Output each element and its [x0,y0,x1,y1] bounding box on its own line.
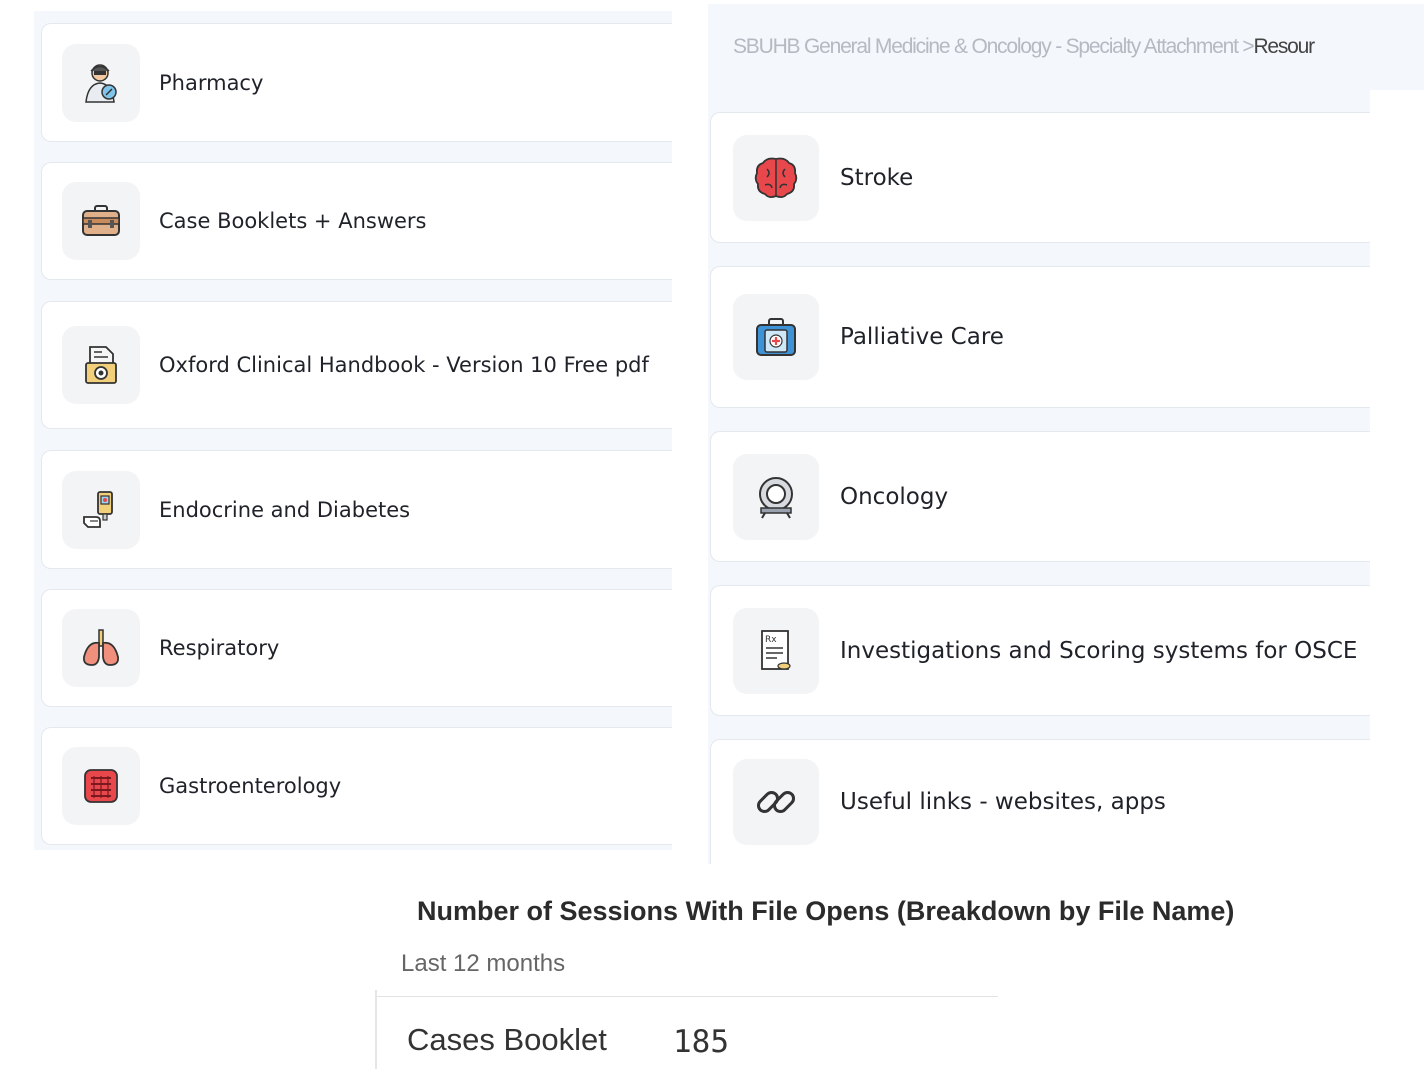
pharmacist-icon [62,43,140,122]
resource-label: Oncology [840,483,949,510]
brain-icon [733,134,819,221]
resource-item-investigations[interactable]: Rx Investigations and Scoring systems fo… [710,585,1370,716]
breadcrumb-current: Resour [1253,35,1315,58]
breadcrumb-path[interactable]: SBUHB General Medicine & Oncology - Spec… [733,35,1255,59]
resource-item-pharmacy[interactable]: Pharmacy [41,23,672,142]
resource-label: Investigations and Scoring systems for O… [840,637,1358,664]
glucose-meter-icon [62,470,140,549]
resource-item-gastroenterology[interactable]: Gastroenterology [41,727,672,845]
resource-item-respiratory[interactable]: Respiratory [41,589,672,707]
breadcrumb: SBUHB General Medicine & Oncology - Spec… [708,4,1424,90]
report-column-border [375,990,377,1069]
resource-item-oncology[interactable]: Oncology [710,431,1370,562]
report-row-value: 185 [673,1024,729,1060]
resource-label: Stroke [840,164,914,191]
report-title: Number of Sessions With File Opens (Brea… [417,896,1235,926]
resource-item-oxford-handbook[interactable]: Oxford Clinical Handbook - Version 10 Fr… [41,301,672,429]
report-row-name: Cases Booklet [407,1022,607,1057]
resource-label: Oxford Clinical Handbook - Version 10 Fr… [159,353,649,377]
resource-item-endocrine[interactable]: Endocrine and Diabetes [41,450,672,569]
first-aid-kit-icon [733,294,819,380]
resource-item-stroke[interactable]: Stroke [710,112,1370,243]
resource-label: Endocrine and Diabetes [159,497,411,522]
link-icon [733,759,819,845]
resource-item-useful-links[interactable]: Useful links - websites, apps [710,739,1370,864]
svg-text:Rx: Rx [765,635,777,645]
resource-item-palliative-care[interactable]: Palliative Care [710,266,1370,408]
prescription-icon: Rx [733,607,819,694]
report-period: Last 12 months [401,950,566,977]
resource-label: Respiratory [159,636,280,660]
mri-scanner-icon [733,453,819,540]
resource-item-case-booklets[interactable]: Case Booklets + Answers [41,162,672,280]
resource-label: Useful links - websites, apps [840,789,1166,815]
pdf-document-icon [62,326,140,404]
briefcase-icon [62,182,140,260]
resource-label: Pharmacy [159,70,264,95]
report-divider [376,996,998,997]
resource-label: Palliative Care [840,324,1004,350]
intestine-icon [62,747,140,825]
lungs-icon [62,609,140,687]
resource-label: Gastroenterology [159,774,342,798]
resource-label: Case Booklets + Answers [159,209,427,233]
